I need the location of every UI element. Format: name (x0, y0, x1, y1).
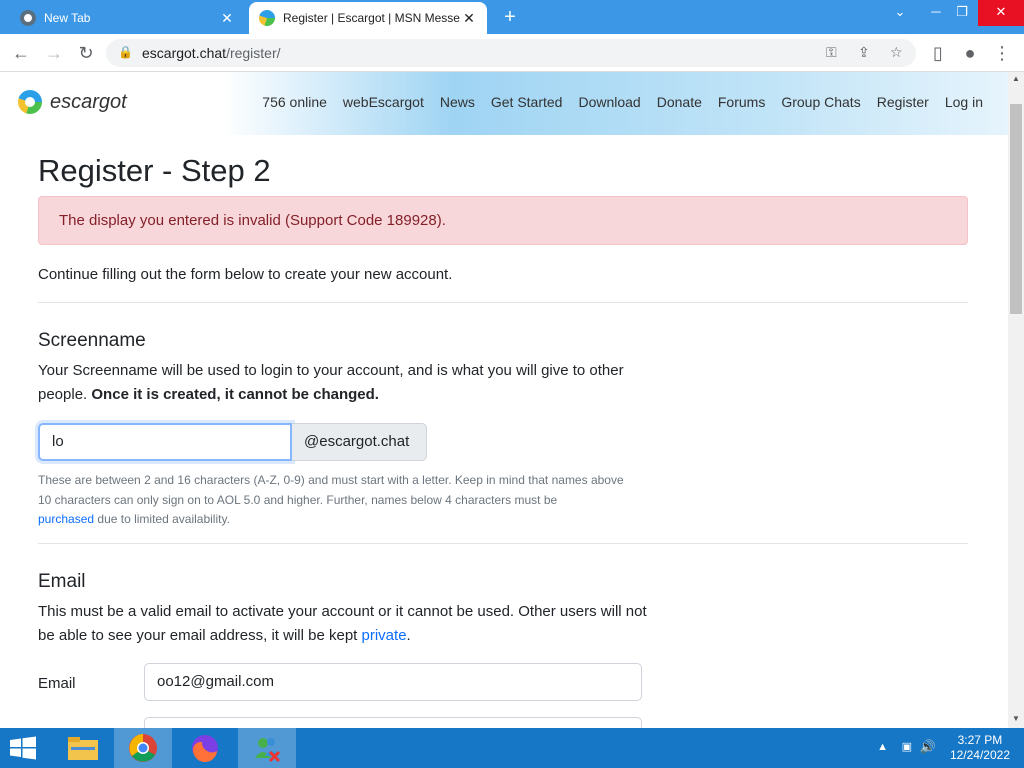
escargot-favicon-icon (259, 10, 275, 26)
nav-donate[interactable]: Donate (657, 94, 702, 110)
screenname-help-text: These are between 2 and 16 characters (A… (38, 473, 624, 526)
site-logo[interactable]: escargot (18, 90, 127, 114)
url-text: escargot.chat/register/ (142, 45, 281, 61)
screenname-description: Your Screenname will be used to login to… (38, 362, 624, 403)
logo-text: escargot (50, 90, 127, 113)
site-header: escargot 756 online webEscargot News Get… (0, 72, 1008, 135)
lock-icon: 🔒 (118, 45, 133, 59)
email-confirm-input[interactable] (144, 717, 642, 728)
address-bar[interactable]: 🔒 escargot.chat/register/ ⚿ ⇪ ☆ (106, 39, 916, 67)
restore-button[interactable]: ❐ (944, 0, 980, 26)
tab-bar: New Tab ✕ Register | Escargot | MSN Mess… (0, 0, 1024, 34)
scroll-thumb[interactable] (1010, 104, 1022, 314)
error-alert: The display you entered is invalid (Supp… (38, 196, 968, 245)
tray-overflow-icon[interactable]: ▲ (877, 741, 888, 753)
browser-toolbar: ← → ↻ 🔒 escargot.chat/register/ ⚿ ⇪ ☆ ▯ … (0, 34, 1024, 72)
web-page: escargot 756 online webEscargot News Get… (0, 72, 1008, 728)
site-nav: 756 online webEscargot News Get Started … (262, 94, 983, 110)
chrome-taskbar-icon[interactable] (114, 728, 172, 768)
page-scrollbar[interactable]: ▲ ▼ (1008, 72, 1024, 728)
nav-group-chats[interactable]: Group Chats (781, 94, 860, 110)
tab-new-tab[interactable]: New Tab ✕ (10, 2, 245, 34)
volume-icon[interactable]: 🔊 (920, 739, 936, 755)
email-label: Email (38, 675, 76, 692)
profile-avatar-icon[interactable]: ● (958, 41, 982, 65)
new-tab-button[interactable]: + (500, 6, 520, 28)
close-tab-icon[interactable]: ✕ (219, 10, 235, 27)
nav-forums[interactable]: Forums (718, 94, 765, 110)
screenname-domain-addon: @escargot.chat (292, 423, 427, 461)
scroll-up-icon[interactable]: ▲ (1008, 74, 1024, 83)
bookmark-star-icon[interactable]: ☆ (890, 44, 903, 61)
divider (38, 543, 968, 544)
nav-download[interactable]: Download (578, 94, 640, 110)
nav-log-in[interactable]: Log in (945, 94, 983, 110)
tab-register[interactable]: Register | Escargot | MSN Messe ✕ (249, 2, 487, 34)
share-icon[interactable]: ⇪ (858, 44, 870, 61)
email-heading: Email (38, 571, 86, 592)
nav-news[interactable]: News (440, 94, 475, 110)
tab-title: New Tab (44, 11, 91, 25)
divider (38, 302, 968, 303)
back-icon[interactable]: ← (9, 41, 33, 65)
forward-icon[interactable]: → (42, 41, 66, 65)
close-window-button[interactable]: ✕ (978, 0, 1024, 26)
close-tab-icon[interactable]: ✕ (461, 10, 477, 27)
private-link[interactable]: private (362, 627, 407, 644)
clock-time: 3:27 PM (957, 733, 1003, 747)
menu-kebab-icon[interactable]: ⋮ (990, 41, 1014, 65)
msn-messenger-icon[interactable] (238, 728, 296, 768)
tab-search-icon[interactable]: ⌄ (882, 0, 918, 26)
taskbar: ▲ ▣ 🔊 3:27 PM 12/24/2022 (0, 728, 1024, 768)
network-icon[interactable]: ▣ (902, 740, 912, 753)
key-icon[interactable]: ⚿ (826, 44, 837, 61)
nav-get-started[interactable]: Get Started (491, 94, 563, 110)
tab-title: Register | Escargot | MSN Messe (283, 11, 460, 25)
purchased-link[interactable]: purchased (38, 512, 94, 526)
nav-online-count: 756 online (262, 94, 327, 110)
chrome-icon (20, 10, 36, 26)
taskbar-clock[interactable]: 3:27 PM 12/24/2022 (950, 733, 1010, 763)
clock-date: 12/24/2022 (949, 748, 1010, 762)
file-explorer-icon[interactable] (54, 728, 112, 768)
page-title: Register - Step 2 (38, 153, 271, 188)
reload-icon[interactable]: ↻ (74, 41, 98, 65)
email-input[interactable]: oo12@gmail.com (144, 663, 642, 701)
firefox-icon[interactable] (176, 728, 234, 768)
scroll-down-icon[interactable]: ▼ (1008, 714, 1024, 723)
email-description: This must be a valid email to activate y… (38, 603, 647, 644)
nav-webescargot[interactable]: webEscargot (343, 94, 424, 110)
windows-start-icon[interactable] (8, 736, 38, 760)
nav-register[interactable]: Register (877, 94, 929, 110)
screenname-heading: Screenname (38, 330, 146, 351)
escargot-logo-icon (18, 90, 42, 114)
side-panel-icon[interactable]: ▯ (926, 41, 950, 65)
intro-text: Continue filling out the form below to c… (38, 266, 453, 283)
screenname-input[interactable]: lo (38, 423, 292, 461)
